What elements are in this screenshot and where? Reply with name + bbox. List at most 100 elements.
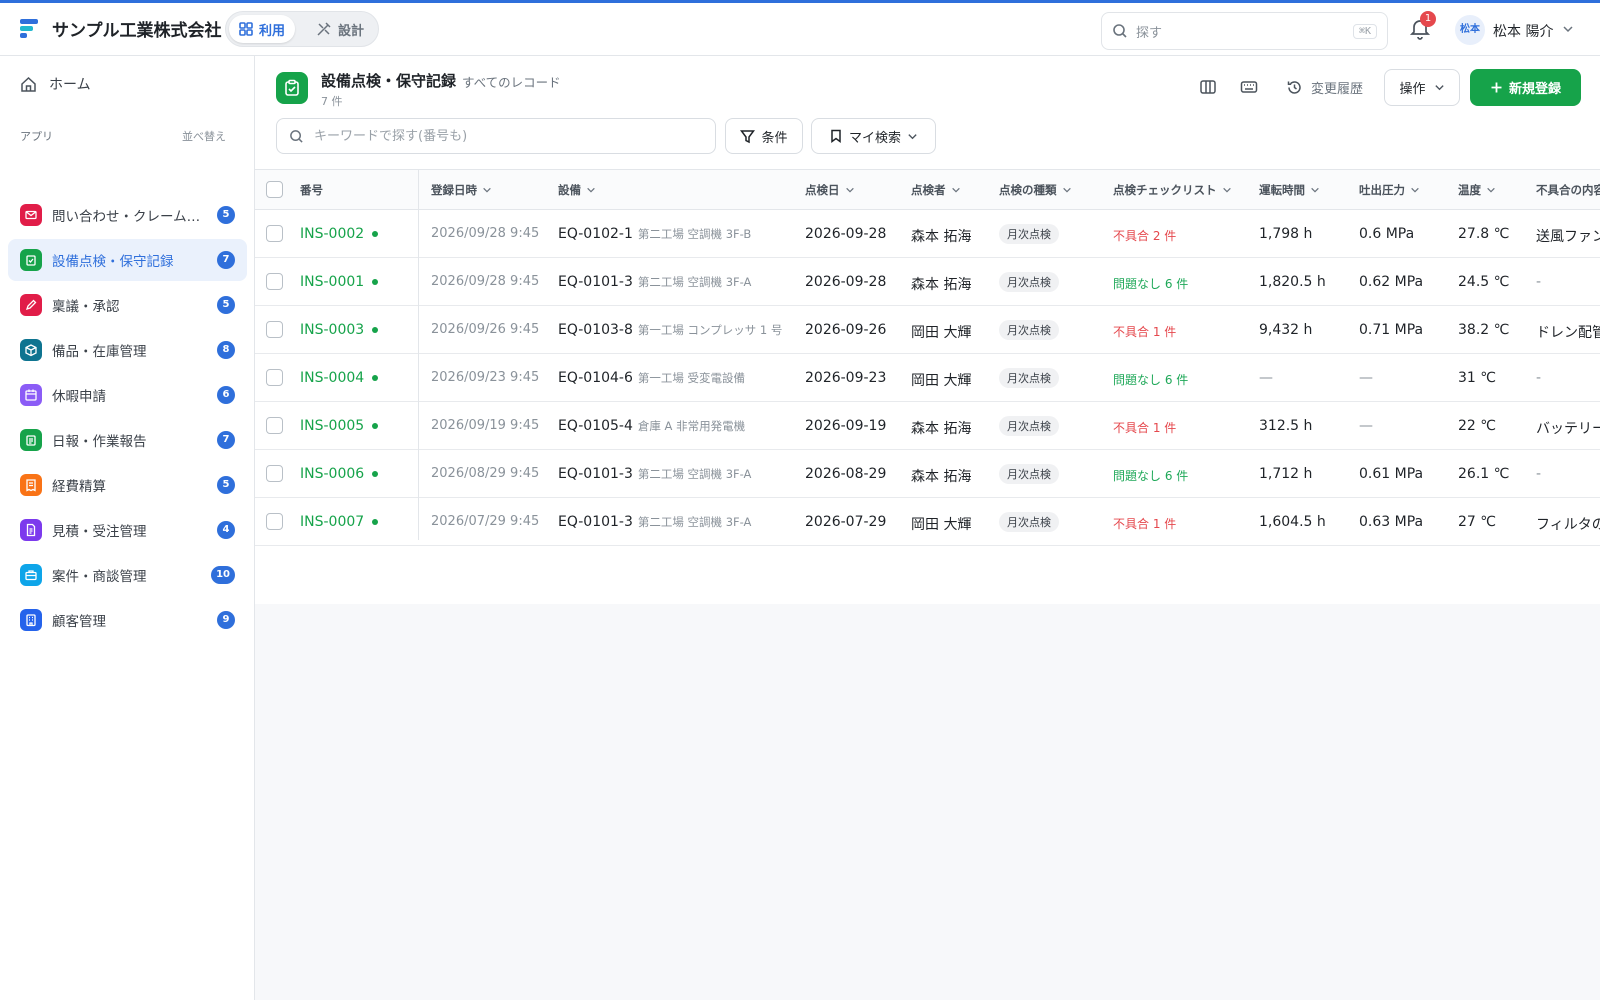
record-number-cell[interactable]: INS-0007 bbox=[300, 514, 379, 530]
sidebar-app-item[interactable]: 稟議・承認 5 bbox=[8, 284, 247, 326]
records-table: 番号 登録日時 設備 点検日 点検者 点検の種類 点検チェックリスト 運転時間 吐出圧力 温度 不具… bbox=[255, 169, 1600, 604]
sidebar-app-item[interactable]: 設備点検・保守記録 7 bbox=[8, 239, 247, 281]
column-header-label: 設備 bbox=[558, 183, 581, 197]
sidebar-app-item[interactable]: 案件・商談管理 10 bbox=[8, 554, 247, 596]
calendar-icon bbox=[20, 384, 42, 406]
chevron-down-icon[interactable] bbox=[1562, 23, 1574, 35]
chevron-down-icon bbox=[1434, 85, 1444, 91]
record-number-link[interactable]: INS-0004 bbox=[300, 370, 364, 386]
table-row[interactable]: INS-0006 2026/08/29 9:45 EQ-0101-3 第二工場 空調機… bbox=[255, 450, 1600, 498]
sort-apps-button[interactable]: 並べ替え bbox=[182, 128, 226, 144]
temperature-cell: 27 ℃ bbox=[1458, 514, 1496, 530]
record-count: 7 件 bbox=[321, 95, 343, 108]
conditions-button[interactable]: 条件 bbox=[725, 118, 803, 154]
inspection-date-cell: 2026-09-23 bbox=[805, 370, 887, 386]
sidebar-app-item[interactable]: 問い合わせ・クレーム管... 5 bbox=[8, 194, 247, 236]
row-checkbox[interactable] bbox=[266, 225, 283, 242]
box-icon bbox=[20, 339, 42, 361]
column-header[interactable]: 番号 bbox=[300, 182, 323, 198]
sidebar-app-label: 問い合わせ・クレーム管... bbox=[52, 209, 207, 225]
record-number-cell[interactable]: INS-0005 bbox=[300, 418, 379, 434]
record-number-link[interactable]: INS-0003 bbox=[300, 322, 364, 338]
keyword-search-input[interactable] bbox=[314, 128, 694, 144]
equipment-cell: EQ-0105-4 倉庫 A 非常用発電機 bbox=[558, 418, 745, 434]
inspection-date-cell: 2026-07-29 bbox=[805, 514, 887, 530]
sidebar-app-item[interactable]: 休暇申請 6 bbox=[8, 374, 247, 416]
record-number-cell[interactable]: INS-0006 bbox=[300, 466, 379, 482]
pressure-cell: 0.62 MPa bbox=[1359, 274, 1424, 290]
history-button[interactable]: 変更履歴 bbox=[1286, 78, 1363, 97]
temperature-cell: 38.2 ℃ bbox=[1458, 322, 1510, 338]
column-header-label: 温度 bbox=[1458, 183, 1481, 197]
record-number-link[interactable]: INS-0002 bbox=[300, 226, 364, 242]
table-row[interactable]: INS-0004 2026/09/23 9:45 EQ-0104-6 第一工場 受変電… bbox=[255, 354, 1600, 402]
sidebar-app-item[interactable]: 備品・在庫管理 8 bbox=[8, 329, 247, 371]
sidebar-app-label: 備品・在庫管理 bbox=[52, 344, 147, 360]
sidebar-app-item[interactable]: 経費精算 5 bbox=[8, 464, 247, 506]
record-number-cell[interactable]: INS-0004 bbox=[300, 370, 379, 386]
column-header[interactable]: 設備 bbox=[558, 182, 596, 198]
my-search-button[interactable]: マイ検索 bbox=[811, 118, 936, 154]
equipment-id: EQ-0105-4 bbox=[558, 418, 633, 434]
history-label: 変更履歴 bbox=[1311, 82, 1364, 97]
record-number-cell[interactable]: INS-0001 bbox=[300, 274, 379, 290]
table-row[interactable]: INS-0003 2026/09/26 9:45 EQ-0103-8 第一工場 コンプ… bbox=[255, 306, 1600, 354]
record-number-cell[interactable]: INS-0002 bbox=[300, 226, 379, 242]
equipment-cell: EQ-0104-6 第一工場 受変電設備 bbox=[558, 370, 745, 386]
table-row[interactable]: INS-0001 2026/09/28 9:45 EQ-0101-3 第二工場 空調機… bbox=[255, 258, 1600, 306]
keyboard-icon[interactable] bbox=[1240, 78, 1258, 96]
new-record-button[interactable]: 新規登録 bbox=[1470, 69, 1581, 106]
column-header[interactable]: 吐出圧力 bbox=[1359, 182, 1420, 198]
sidebar-app-count: 10 bbox=[211, 566, 235, 584]
briefcase-icon bbox=[20, 564, 42, 586]
record-number-link[interactable]: INS-0006 bbox=[300, 466, 364, 482]
column-header[interactable]: 点検日 bbox=[805, 182, 855, 198]
sidebar-app-label: 日報・作業報告 bbox=[52, 434, 147, 450]
record-number-link[interactable]: INS-0007 bbox=[300, 514, 364, 530]
column-header[interactable]: 登録日時 bbox=[431, 182, 492, 198]
view-selector[interactable]: すべてのレコード bbox=[462, 72, 561, 91]
pressure-cell: 0.61 MPa bbox=[1359, 466, 1424, 482]
operations-button[interactable]: 操作 bbox=[1384, 69, 1460, 106]
record-number-link[interactable]: INS-0005 bbox=[300, 418, 364, 434]
row-checkbox[interactable] bbox=[266, 273, 283, 290]
sidebar-app-item[interactable]: 見積・受注管理 4 bbox=[8, 509, 247, 551]
column-header-label: 登録日時 bbox=[431, 183, 477, 197]
sidebar-home[interactable]: ホーム bbox=[20, 74, 91, 94]
column-header[interactable]: 点検の種類 bbox=[999, 182, 1072, 198]
checklist-cell: 問題なし 6 件 bbox=[1113, 467, 1188, 484]
record-number-cell[interactable]: INS-0003 bbox=[300, 322, 379, 338]
run-hours-cell: 1,604.5 h bbox=[1259, 514, 1326, 530]
row-checkbox[interactable] bbox=[266, 321, 283, 338]
columns-icon[interactable] bbox=[1199, 78, 1217, 96]
column-header[interactable]: 温度 bbox=[1458, 182, 1496, 198]
page-header: 設備点検・保守記録 すべてのレコード 7 件 変更履歴 操作 新規登録 条件 マ… bbox=[255, 56, 1600, 169]
pressure-cell: — bbox=[1359, 370, 1373, 386]
record-number-link[interactable]: INS-0001 bbox=[300, 274, 364, 290]
table-row[interactable]: INS-0007 2026/07/29 9:45 EQ-0101-3 第二工場 空調機… bbox=[255, 498, 1600, 546]
table-row[interactable]: INS-0005 2026/09/19 9:45 EQ-0105-4 倉庫 A 非常用… bbox=[255, 402, 1600, 450]
table-row[interactable]: INS-0002 2026/09/28 9:45 EQ-0102-1 第二工場 空調機… bbox=[255, 210, 1600, 258]
operations-label: 操作 bbox=[1399, 82, 1426, 97]
registered-at-cell: 2026/09/28 9:45 bbox=[431, 226, 540, 241]
global-search-input[interactable]: 探す ⌘K bbox=[1101, 12, 1388, 50]
equipment-id: EQ-0102-1 bbox=[558, 226, 633, 242]
mode-design-button[interactable]: 設計 bbox=[306, 15, 374, 43]
row-checkbox[interactable] bbox=[266, 369, 283, 386]
run-hours-cell: 1,820.5 h bbox=[1259, 274, 1326, 290]
column-header[interactable]: 運転時間 bbox=[1259, 182, 1320, 198]
row-checkbox[interactable] bbox=[266, 513, 283, 530]
row-checkbox[interactable] bbox=[266, 465, 283, 482]
avatar[interactable]: 松本 bbox=[1455, 15, 1485, 45]
equipment-location: 倉庫 A 非常用発電機 bbox=[637, 419, 746, 433]
sidebar-app-item[interactable]: 日報・作業報告 7 bbox=[8, 419, 247, 461]
user-name[interactable]: 松本 陽介 bbox=[1493, 21, 1553, 41]
inspector-cell: 森本 拓海 bbox=[911, 469, 972, 485]
select-all-checkbox[interactable] bbox=[266, 181, 283, 198]
row-checkbox[interactable] bbox=[266, 417, 283, 434]
column-header[interactable]: 不具合の内容 bbox=[1536, 182, 1600, 198]
mode-use-button[interactable]: 利用 bbox=[229, 15, 296, 43]
column-header[interactable]: 点検者 bbox=[911, 182, 961, 198]
column-header[interactable]: 点検チェックリスト bbox=[1113, 182, 1232, 198]
sidebar-app-item[interactable]: 顧客管理 9 bbox=[8, 599, 247, 641]
